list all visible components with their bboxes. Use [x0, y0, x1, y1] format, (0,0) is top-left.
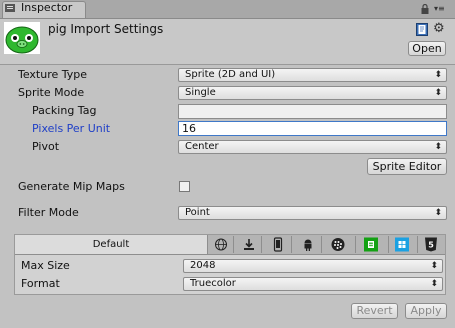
- max-size-value: 2048: [190, 260, 216, 271]
- dropdown-arrows-icon: ⬍: [434, 208, 442, 218]
- apply-button[interactable]: Apply: [405, 303, 447, 319]
- texture-type-dropdown[interactable]: Sprite (2D and UI) ⬍: [178, 68, 447, 82]
- open-button[interactable]: Open: [408, 41, 446, 56]
- page-title: pig Import Settings: [48, 22, 164, 36]
- windows-store-icon[interactable]: [361, 236, 381, 253]
- max-size-dropdown[interactable]: 2048 ⬍: [183, 259, 443, 273]
- sprite-editor-button[interactable]: Sprite Editor: [367, 158, 447, 175]
- html5-icon[interactable]: 5: [421, 236, 441, 253]
- dropdown-arrows-icon: ⬍: [434, 142, 442, 152]
- filter-mode-dropdown[interactable]: Point ⬍: [178, 206, 447, 220]
- standalone-download-icon[interactable]: [239, 236, 259, 253]
- sprite-mode-dropdown[interactable]: Single ⬍: [178, 86, 447, 100]
- documentation-book-icon[interactable]: [416, 23, 428, 36]
- sprite-mode-label: Sprite Mode: [18, 86, 85, 99]
- dropdown-arrows-icon: ⬍: [434, 88, 442, 98]
- android-icon[interactable]: [298, 236, 318, 253]
- pig-sprite-thumbnail: [4, 22, 40, 54]
- svg-text:5: 5: [428, 241, 434, 250]
- format-dropdown[interactable]: Truecolor ⬍: [183, 277, 443, 291]
- lock-icon[interactable]: [421, 4, 429, 14]
- dropdown-arrows-icon: ⬍: [434, 70, 442, 80]
- tab-default[interactable]: Default: [15, 235, 208, 254]
- web-globe-icon[interactable]: [211, 236, 231, 253]
- texture-type-label: Texture Type: [18, 68, 88, 81]
- revert-button[interactable]: Revert: [351, 303, 398, 319]
- format-value: Truecolor: [190, 278, 236, 289]
- tab-separator: [388, 236, 389, 253]
- tab-menu-icon[interactable]: ▾≡: [434, 4, 448, 14]
- pixels-per-unit-label: Pixels Per Unit: [32, 122, 111, 135]
- tab-separator: [291, 236, 292, 253]
- tab-separator: [233, 236, 234, 253]
- pivot-label: Pivot: [32, 140, 60, 153]
- tab-separator: [261, 236, 262, 253]
- inspector-icon: [5, 4, 15, 12]
- tab-separator: [417, 236, 418, 253]
- inspector-tab-label: Inspector: [21, 1, 73, 14]
- texture-type-value: Sprite (2D and UI): [185, 69, 276, 80]
- pixels-per-unit-field[interactable]: 16: [178, 121, 447, 136]
- sprite-mode-value: Single: [185, 87, 216, 98]
- gear-icon[interactable]: ⚙: [433, 22, 447, 36]
- generate-mip-maps-checkbox[interactable]: [179, 181, 190, 192]
- pivot-dropdown[interactable]: Center ⬍: [178, 140, 447, 154]
- dropdown-arrows-icon: ⬍: [430, 279, 438, 289]
- filter-mode-label: Filter Mode: [18, 206, 79, 219]
- pivot-value: Center: [185, 141, 219, 152]
- filter-mode-value: Point: [185, 207, 210, 218]
- tab-separator: [321, 236, 322, 253]
- max-size-label: Max Size: [21, 259, 70, 272]
- blackberry-icon[interactable]: [328, 236, 348, 253]
- iphone-icon[interactable]: [268, 236, 288, 253]
- windows-phone-icon[interactable]: [392, 236, 412, 253]
- packing-tag-label: Packing Tag: [32, 104, 97, 117]
- dropdown-arrows-icon: ⬍: [430, 261, 438, 271]
- format-label: Format: [21, 277, 60, 290]
- packing-tag-field[interactable]: [178, 104, 447, 119]
- generate-mip-maps-label: Generate Mip Maps: [18, 180, 125, 193]
- tab-separator: [355, 236, 356, 253]
